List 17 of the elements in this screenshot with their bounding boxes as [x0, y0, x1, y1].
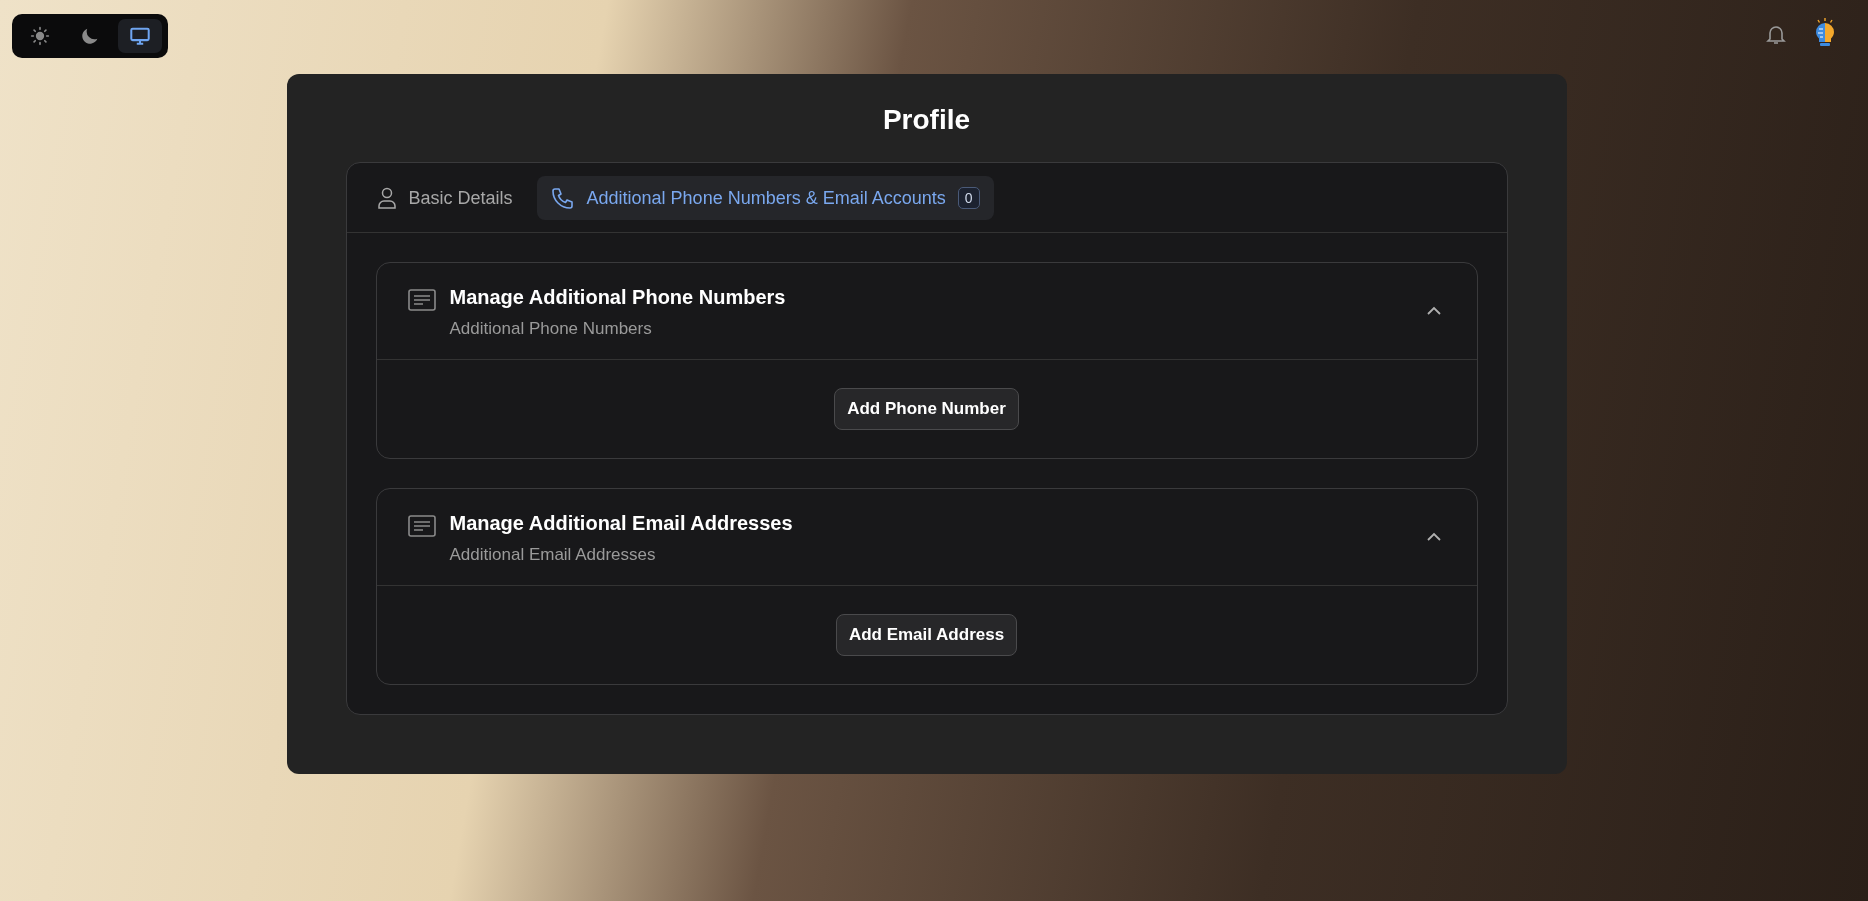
count-badge: 0	[957, 187, 980, 209]
monitor-icon[interactable]	[118, 19, 162, 53]
tab[interactable]: Basic Details	[376, 176, 527, 220]
phone-icon	[550, 186, 575, 210]
add-button[interactable]: Add Email Address	[835, 614, 1018, 656]
notes-icon	[407, 515, 436, 537]
page-title: Profile	[881, 104, 972, 136]
tab[interactable]: Additional Phone Numbers & Email Accounts 0	[536, 176, 994, 220]
section-subtitle: Additional Phone Numbers	[449, 319, 653, 339]
notes-icon	[407, 289, 436, 311]
section-title: Manage Additional Email Addresses	[449, 512, 794, 535]
chevron-up-icon[interactable]	[1426, 306, 1441, 315]
add-button[interactable]: Add Phone Number	[834, 388, 1019, 430]
section-title: Manage Additional Phone Numbers	[449, 286, 787, 309]
person-icon	[376, 187, 397, 209]
chevron-up-icon[interactable]	[1426, 532, 1441, 541]
section-subtitle: Additional Email Addresses	[449, 545, 657, 565]
